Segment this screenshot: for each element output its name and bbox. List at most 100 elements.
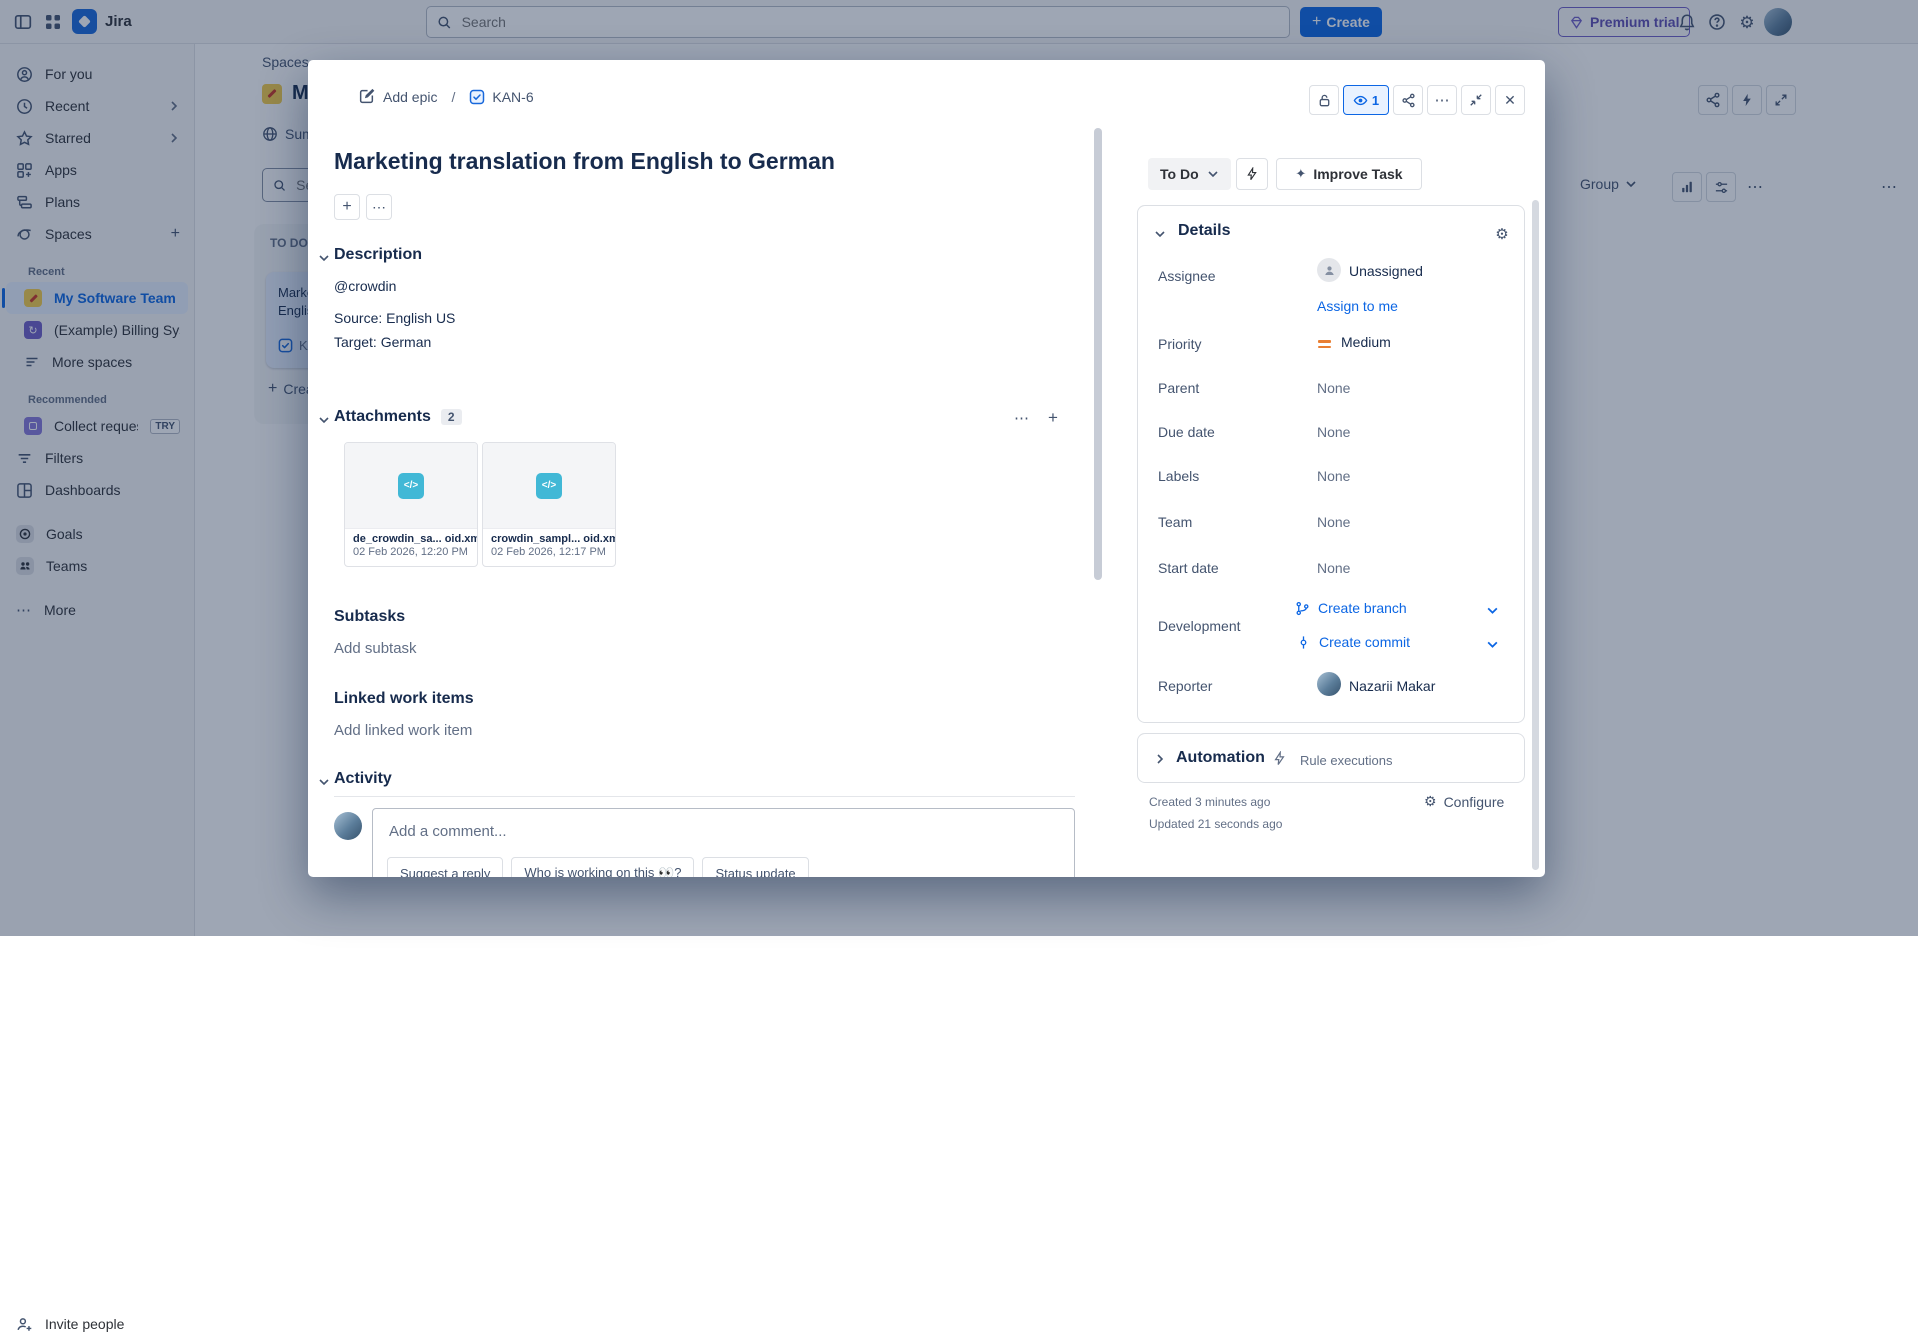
attachment-name: crowdin_sampl... oid.xml: [483, 529, 615, 545]
quick-reply-status-update[interactable]: Status update: [702, 857, 808, 877]
field-value-team[interactable]: None: [1317, 514, 1350, 530]
updated-timestamp: Updated 21 seconds ago: [1149, 817, 1282, 831]
assign-to-me-link[interactable]: Assign to me: [1317, 298, 1398, 314]
details-panel: Details ⚙ Assignee Unassigned Assign to …: [1137, 205, 1525, 723]
lock-button[interactable]: [1309, 85, 1339, 115]
field-label-start-date: Start date: [1158, 560, 1219, 576]
field-label-development: Development: [1158, 618, 1241, 634]
attachment-card[interactable]: </> de_crowdin_sa... oid.xml 02 Feb 2026…: [344, 442, 478, 567]
attachment-date: 02 Feb 2026, 12:17 PM: [483, 545, 615, 559]
details-heading: Details: [1178, 222, 1230, 240]
details-settings-button[interactable]: ⚙: [1488, 220, 1516, 248]
chevron-down-icon: [1207, 168, 1219, 180]
current-user-avatar: [334, 812, 362, 840]
actions-lightning-button[interactable]: [1236, 158, 1268, 190]
lock-icon: [1317, 93, 1332, 108]
person-add-icon: [16, 1316, 33, 1333]
issue-key-breadcrumb[interactable]: KAN-6: [469, 89, 533, 105]
create-commit-button[interactable]: Create commit: [1296, 634, 1410, 650]
attachment-card[interactable]: </> crowdin_sampl... oid.xml 02 Feb 2026…: [482, 442, 616, 567]
field-label-due-date: Due date: [1158, 424, 1215, 440]
field-value-reporter[interactable]: Nazarii Makar: [1349, 678, 1435, 694]
chevron-right-icon: [1154, 753, 1166, 765]
plus-icon: +: [1048, 408, 1058, 427]
activity-heading: Activity: [334, 770, 392, 788]
chevron-down-icon[interactable]: [318, 776, 330, 788]
field-value-labels[interactable]: None: [1317, 468, 1350, 484]
comment-box[interactable]: Add a comment... Suggest a reply Who is …: [372, 808, 1075, 877]
chevron-down-icon[interactable]: [318, 252, 330, 264]
xml-file-icon: </>: [536, 473, 562, 499]
attachments-heading: Attachments: [334, 408, 431, 426]
gear-icon: ⚙: [1424, 793, 1437, 810]
reporter-avatar: [1317, 672, 1341, 696]
add-linked-work-item-button[interactable]: Add linked work item: [334, 722, 472, 739]
configure-button[interactable]: ⚙ Configure: [1424, 793, 1504, 810]
field-label-reporter: Reporter: [1158, 678, 1212, 694]
field-value-assignee[interactable]: Unassigned: [1349, 263, 1423, 279]
modal-more-button[interactable]: ⋯: [1427, 85, 1457, 115]
add-epic-icon: [358, 88, 375, 105]
title-more-button[interactable]: ⋯: [366, 194, 392, 220]
gear-icon: ⚙: [1495, 226, 1508, 243]
description-heading: Description: [334, 246, 422, 264]
linked-work-items-heading: Linked work items: [334, 690, 474, 708]
description-mention[interactable]: @crowdin: [334, 278, 396, 294]
attachments-count-badge: 2: [441, 409, 462, 425]
improve-task-button[interactable]: ✦ Improve Task: [1276, 158, 1422, 190]
share-icon: [1401, 93, 1416, 108]
plus-icon: +: [342, 198, 351, 216]
create-branch-button[interactable]: Create branch: [1295, 600, 1407, 616]
lightning-icon: [1245, 167, 1259, 181]
add-subtask-button[interactable]: Add subtask: [334, 640, 417, 657]
add-epic-button[interactable]: Add epic: [358, 88, 437, 105]
watchers-button[interactable]: 1: [1343, 85, 1389, 115]
field-label-priority: Priority: [1158, 336, 1202, 352]
attachments-more-button[interactable]: ⋯: [1008, 405, 1034, 431]
breadcrumb-separator: /: [451, 89, 455, 105]
priority-medium-icon: [1318, 340, 1331, 348]
attachment-name: de_crowdin_sa... oid.xml: [345, 529, 477, 545]
automation-panel[interactable]: Automation Rule executions: [1137, 733, 1525, 783]
description-target: Target: German: [334, 334, 431, 350]
more-icon: ⋯: [1014, 410, 1029, 427]
ai-sparkle-icon: ✦: [1295, 166, 1306, 182]
field-label-parent: Parent: [1158, 380, 1199, 396]
add-content-button[interactable]: +: [334, 194, 360, 220]
more-icon: ⋯: [1435, 91, 1450, 109]
issue-title[interactable]: Marketing translation from English to Ge…: [334, 148, 835, 175]
quick-reply-who-working[interactable]: Who is working on this 👀?: [511, 857, 694, 877]
activity-divider: [334, 796, 1075, 797]
invite-people-button[interactable]: Invite people: [6, 1308, 188, 1340]
issue-detail-modal: Add epic / KAN-6 1 ⋯ ✕ Marketing transla…: [308, 60, 1545, 877]
chevron-down-icon[interactable]: [1154, 228, 1166, 240]
content-scrollbar[interactable]: [1094, 128, 1102, 580]
watch-eye-icon: [1353, 93, 1368, 108]
field-label-team: Team: [1158, 514, 1192, 530]
chevron-down-icon[interactable]: [318, 414, 330, 426]
rule-executions-label[interactable]: Rule executions: [1300, 753, 1393, 768]
details-scrollbar[interactable]: [1532, 200, 1539, 870]
comment-placeholder: Add a comment...: [373, 809, 1074, 840]
field-value-priority[interactable]: Medium: [1341, 334, 1391, 350]
unassigned-avatar-icon: [1317, 258, 1341, 282]
attachment-date: 02 Feb 2026, 12:20 PM: [345, 545, 477, 559]
attachments-add-button[interactable]: +: [1040, 405, 1066, 431]
lightning-icon: [1272, 751, 1287, 766]
quick-reply-suggest[interactable]: Suggest a reply: [387, 857, 503, 877]
xml-file-icon: </>: [398, 473, 424, 499]
collapse-icon: [1469, 93, 1483, 107]
share-button[interactable]: [1393, 85, 1423, 115]
task-type-icon: [469, 89, 485, 105]
collapse-modal-button[interactable]: [1461, 85, 1491, 115]
chevron-down-icon[interactable]: [1486, 638, 1499, 651]
field-value-due-date[interactable]: None: [1317, 424, 1350, 440]
chevron-down-icon[interactable]: [1486, 604, 1499, 617]
close-modal-button[interactable]: ✕: [1495, 85, 1525, 115]
field-value-start-date[interactable]: None: [1317, 560, 1350, 576]
field-label-labels: Labels: [1158, 468, 1199, 484]
field-label-assignee: Assignee: [1158, 268, 1216, 284]
field-value-parent[interactable]: None: [1317, 380, 1350, 396]
status-dropdown[interactable]: To Do: [1148, 158, 1231, 190]
close-icon: ✕: [1504, 92, 1516, 109]
